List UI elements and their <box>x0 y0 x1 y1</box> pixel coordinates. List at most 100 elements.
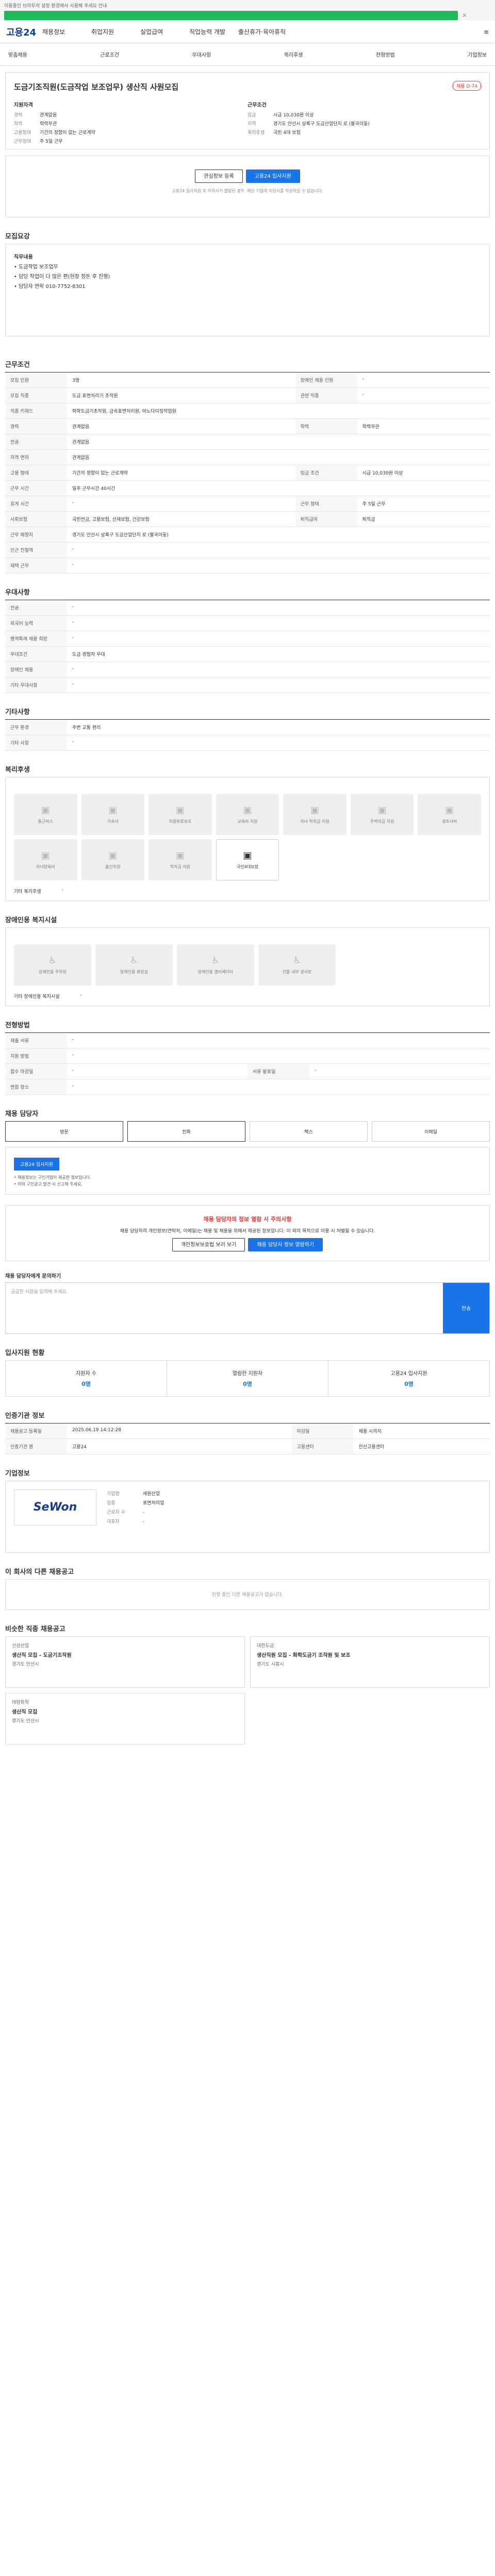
stat-label: 열람한 지원자 <box>232 1370 263 1377</box>
label: 복리후생 <box>248 130 265 135</box>
table-row: 자격 면허 관계없음 <box>5 449 490 465</box>
law-button[interactable]: 개인정보보호법 보러 보기 <box>172 1238 245 1251</box>
welfare-tile: ▣ 경조사비 <box>418 794 481 835</box>
cell-label: 서류 발표일 <box>248 1063 309 1079</box>
action-box: 관심정보 등록 고용24 입사지원 고용24 입사지원 후 이력서가 열람된 경… <box>5 156 490 217</box>
cell-label: 모집 직종 <box>5 387 67 403</box>
gnb-item[interactable]: 출산휴가·육아휴직 <box>238 27 287 36</box>
benefit-icon: ▣ <box>41 850 50 861</box>
label: 기타 장애인용 복지시설 <box>14 994 60 999</box>
gnb-item[interactable]: 취업지원 <box>91 27 140 36</box>
cell-value: - <box>357 387 490 403</box>
cell-value: - <box>309 1063 490 1079</box>
stat: 열람한 지원자 0명 <box>167 1360 328 1396</box>
cell-value: - <box>67 735 490 751</box>
cell-value: - <box>67 542 490 558</box>
tile-label: 주택자금 지원 <box>370 819 394 824</box>
company-row: 근로자 수 - <box>107 1508 164 1517</box>
table-row: 모집 인원 3명 장애인 채용 인원 - <box>5 372 490 388</box>
label: 고용형태 <box>14 130 31 135</box>
value: - <box>80 993 82 998</box>
recommend-card[interactable]: 태양화학 생산직 모집 경기도 안산시 <box>5 1692 245 1744</box>
recommend-card[interactable]: 신성산업 생산직 모집 - 도금기조작원 경기도 안산시 <box>5 1636 245 1688</box>
welfare-tile: ▣ 통근버스 <box>14 794 77 835</box>
gnb-item[interactable]: 채용정보 <box>42 27 91 36</box>
section-title: 입사지원 현황 <box>5 1349 45 1357</box>
tile-label: 국민4대보험 <box>237 865 258 869</box>
value: 시급 10,030원 이상 <box>273 113 314 118</box>
tile-label: 교육비 지원 <box>237 819 258 824</box>
contact-type[interactable]: 이메일 <box>372 1121 490 1142</box>
apply-button[interactable]: 고용24 입사지원 <box>14 1158 59 1171</box>
welfare-tile: ▣ 기숙사 <box>81 794 145 835</box>
inquiry-input[interactable]: 궁금한 사항을 입력해 주세요. <box>6 1283 443 1333</box>
stat-label: 지원자 수 <box>76 1370 96 1377</box>
benefit-icon: ▣ <box>175 850 185 861</box>
cell-label: 마감일 <box>291 1423 354 1439</box>
empty-message: 진행 중인 다른 채용공고가 없습니다. <box>5 1579 490 1610</box>
benefit-icon: ▣ <box>243 850 252 861</box>
section-title: 기타사항 <box>5 708 30 716</box>
cell-label: 근무 예정지 <box>5 527 67 543</box>
label: 기업명 <box>107 1491 120 1497</box>
cell-label: 기타 사항 <box>5 735 67 751</box>
cell-value: 3명 <box>67 372 295 388</box>
value: 표면처리업 <box>143 1500 164 1506</box>
welfare-tile: ▣ 학자금 지원 <box>148 839 212 880</box>
gnb: 채용정보 취업지원 실업급여 직업능력 개발 출산휴가·육아휴직 <box>42 27 287 36</box>
tab[interactable]: 맞춤채용 <box>8 50 27 58</box>
cell-label: 학력 <box>295 418 357 434</box>
company-logo: SeWon <box>14 1489 96 1526</box>
table-row: 경력 관계없음 학력 학력무관 <box>5 418 490 434</box>
company-row: 업종 표면처리업 <box>107 1499 164 1508</box>
tab[interactable]: 전형방법 <box>376 50 395 58</box>
apply-button[interactable]: 고용24 입사지원 <box>245 170 300 183</box>
value: 국민 4대 보험 <box>273 130 301 135</box>
etc-table: 근무 환경 주변 교통 편리 기타 사항 - <box>5 719 490 751</box>
tab[interactable]: 우대사항 <box>192 50 211 58</box>
rec-title: 생산직원 모집 - 화학도금기 조작원 및 보조 <box>257 1652 351 1658</box>
tab[interactable]: 복리후생 <box>284 50 303 58</box>
tab[interactable]: 기업정보 <box>468 50 487 58</box>
section-title: 전형방법 <box>5 1022 30 1029</box>
tab[interactable]: 근로조건 <box>100 50 119 58</box>
scrap-button[interactable]: 관심정보 등록 <box>195 170 243 183</box>
section-title: 우대사항 <box>5 589 30 597</box>
welfare-tile: ▣ 차량유류보조 <box>148 794 212 835</box>
cell-label: 고용센터 <box>291 1438 354 1454</box>
cell-label: 재택 근무 <box>5 557 67 573</box>
cell-value: - <box>67 1079 490 1095</box>
benefit-icon: ▣ <box>377 805 387 816</box>
cell-value: 고용24 <box>67 1438 292 1454</box>
close-icon[interactable]: ✕ <box>462 12 467 19</box>
cell-label: 접수 마감일 <box>5 1063 67 1079</box>
cell-label: 우대조건 <box>5 646 67 662</box>
label: 업종 <box>107 1500 116 1506</box>
logo[interactable]: 고용24 <box>6 25 42 39</box>
tile-label: 경조사비 <box>441 819 457 824</box>
cell-value: 주 5일 근무 <box>357 496 490 512</box>
menu-icon[interactable]: ≡ <box>484 28 489 36</box>
cell-value: - <box>67 677 490 693</box>
contact-type[interactable]: 팩스 <box>250 1121 368 1142</box>
cell-label: 장애인 채용 인원 <box>295 372 357 388</box>
rec-title: 생산직 모집 - 도금기조작원 <box>12 1652 72 1658</box>
recommend-card[interactable]: 대한도금 생산직원 모집 - 화학도금기 조작원 및 보조 경기도 시흥시 <box>250 1636 490 1688</box>
send-button[interactable]: 전송 <box>443 1282 489 1333</box>
tile-label: 통근버스 <box>38 819 53 824</box>
contact-types: 방문 전화 팩스 이메일 <box>5 1121 490 1142</box>
facility-icon: ♿ <box>211 955 220 966</box>
gnb-item[interactable]: 직업능력 개발 <box>189 27 238 36</box>
global-header: 고용24 채용정보 취업지원 실업급여 직업능력 개발 출산휴가·육아휴직 ≡ <box>0 21 495 43</box>
notice-banner[interactable] <box>4 11 458 20</box>
gnb-item[interactable]: 실업급여 <box>140 27 189 36</box>
desc-line: • 담당 작업이 다 많은 편(현장 정돈 후 진행) <box>14 274 110 280</box>
note: • 채용정보는 구인기업이 제공한 정보입니다. <box>14 1175 91 1180</box>
contact-type[interactable]: 전화 <box>127 1121 245 1142</box>
contact-block: 고용24 입사지원 • 채용정보는 구인기업이 제공한 정보입니다. • 허위 … <box>5 1147 490 1195</box>
notice-text: 이용중인 브라우저 설정 환경에서 사용해 주세요 안내 <box>4 4 107 9</box>
contact-type[interactable]: 방문 <box>5 1121 123 1142</box>
view-contact-button[interactable]: 채용 담당자 정보 열람하기 <box>248 1238 323 1251</box>
cell-value: 2025.06.19 14:12:28 <box>67 1423 292 1439</box>
table-row: 근무 시간 일주 근무시간 40시간 <box>5 480 490 496</box>
